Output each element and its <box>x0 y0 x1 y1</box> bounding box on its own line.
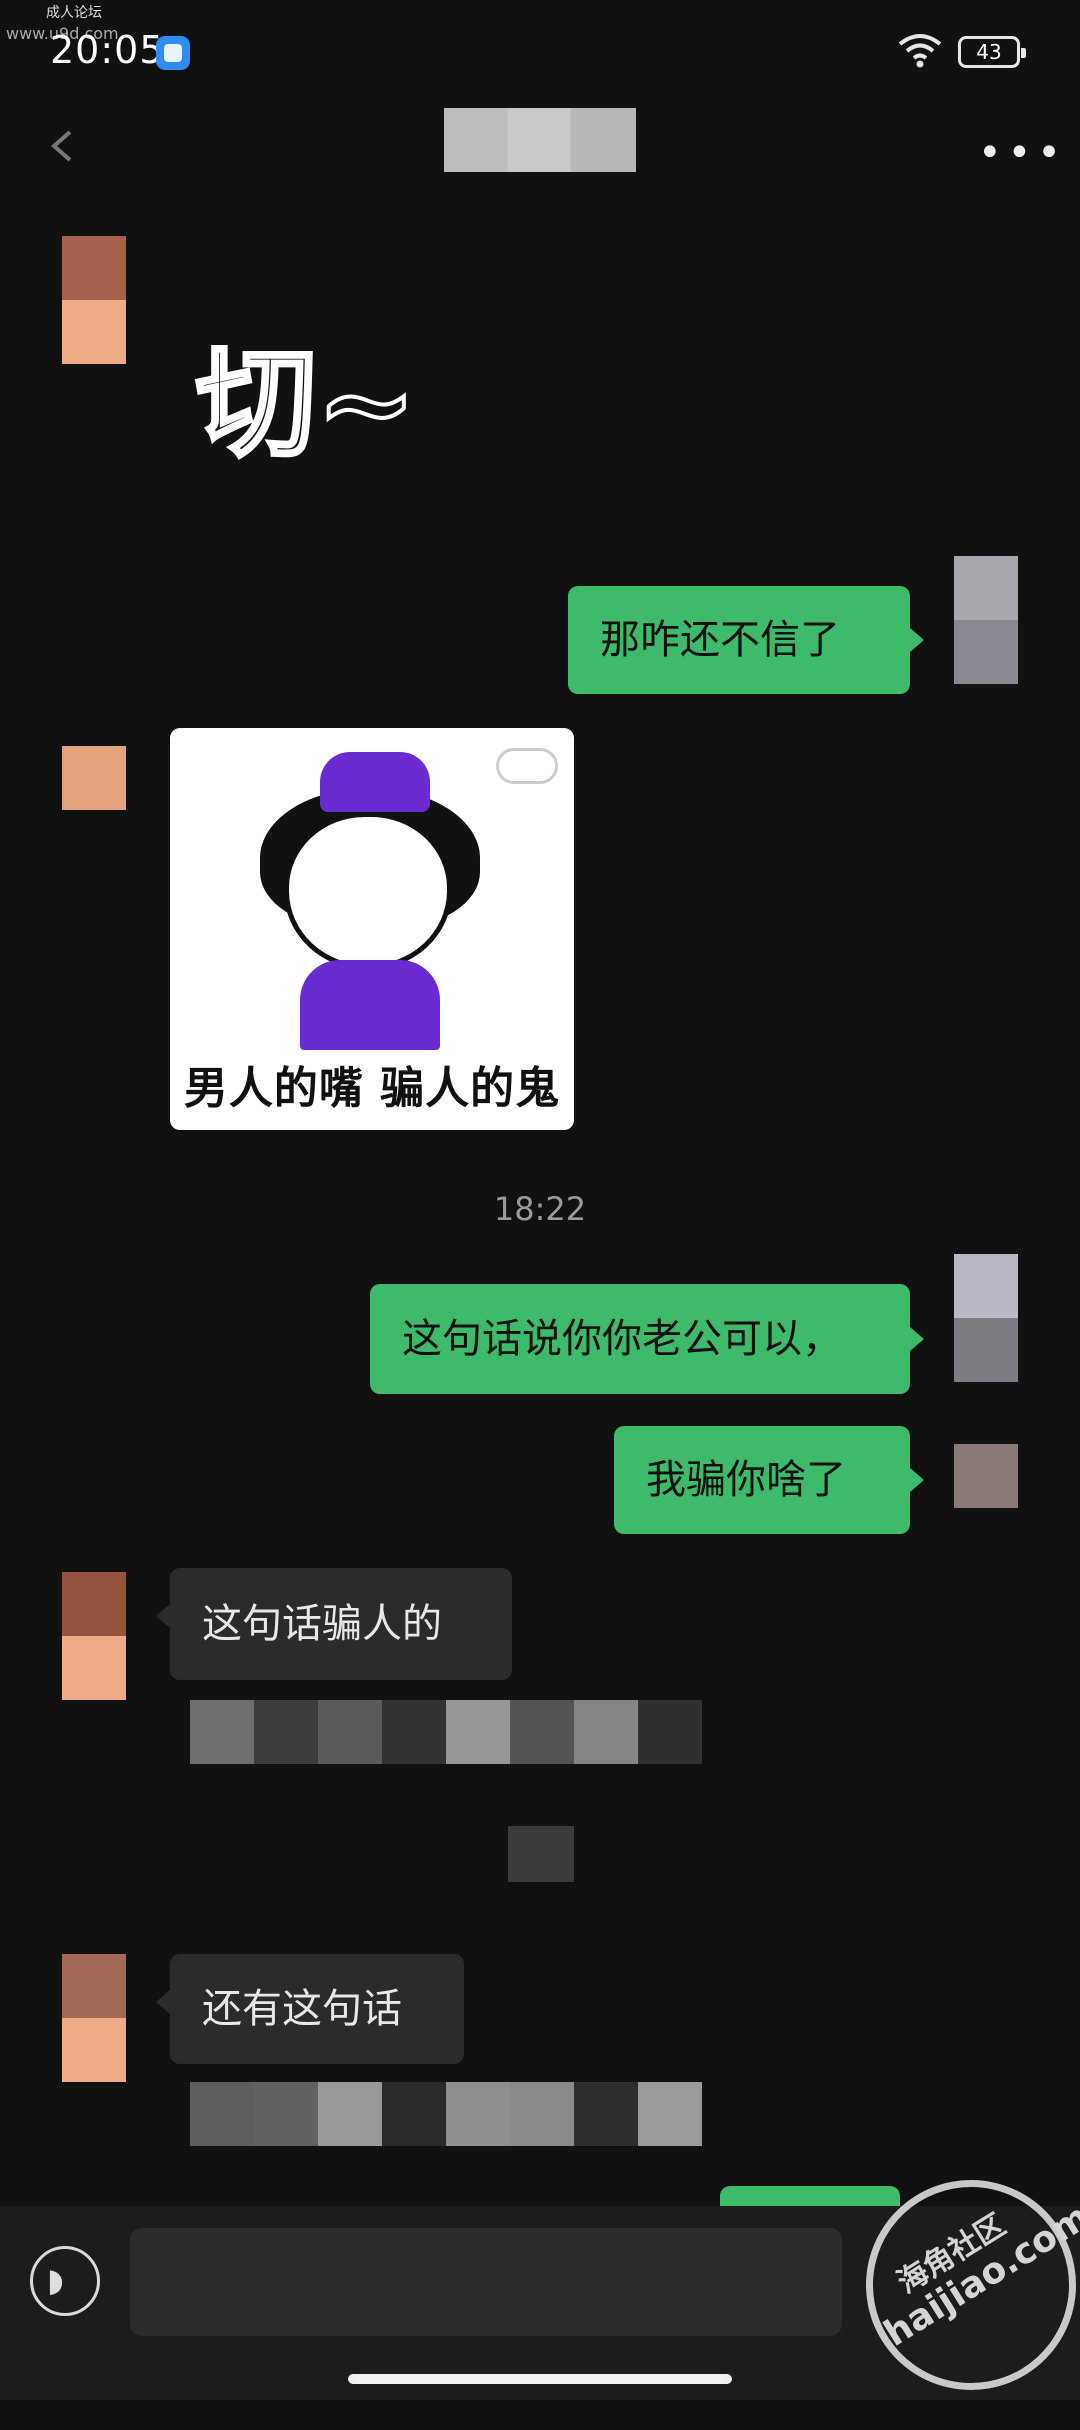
pixelated-quote <box>190 1700 702 1764</box>
sticker-text: 切~ <box>194 331 419 476</box>
message-bubble-sent[interactable]: 这句话说你你老公可以， <box>370 1284 924 1394</box>
cloud-icon <box>496 748 558 784</box>
message-input[interactable] <box>130 2228 842 2336</box>
voice-input-icon[interactable]: ◗ <box>30 2246 100 2316</box>
avatar[interactable] <box>62 236 126 364</box>
message-bubble-received[interactable]: 这句话骗人的 <box>156 1568 512 1680</box>
more-dots-icon[interactable]: ••• <box>978 133 1067 173</box>
avatar[interactable] <box>62 1572 126 1700</box>
message-timestamp: 18:22 <box>493 1190 587 1228</box>
avatar-self[interactable] <box>954 1254 1018 1382</box>
watermark-label: 成人论坛 <box>46 5 102 21</box>
app-notification-icon <box>156 36 190 70</box>
avatar[interactable] <box>62 1954 126 2082</box>
avatar-self[interactable] <box>954 1444 1018 1508</box>
battery-indicator: 43 <box>958 36 1026 68</box>
partial-bubble <box>720 2186 900 2206</box>
message-bubble-sent[interactable]: 我骗你啥了 <box>614 1426 924 1534</box>
meme-bow <box>320 752 430 812</box>
message-bubble-sent[interactable]: 那咋还不信了 <box>568 586 924 694</box>
message-bubble-received[interactable]: 还有这句话 <box>156 1954 464 2064</box>
meme-face <box>284 812 452 970</box>
home-indicator[interactable] <box>348 2374 732 2384</box>
image-caption: 男人的嘴 骗人的鬼 <box>183 1063 561 1114</box>
avatar[interactable] <box>62 746 126 810</box>
sticker-message[interactable]: 切~ <box>194 296 464 476</box>
image-message[interactable]: 男人的嘴 骗人的鬼 <box>170 728 574 1130</box>
back-arrow-icon[interactable] <box>44 128 80 164</box>
chat-title-blurred <box>444 108 636 172</box>
avatar-self[interactable] <box>954 556 1018 684</box>
status-time: 20:05 <box>50 28 165 72</box>
pixelated-quote <box>190 2082 702 2146</box>
pixelated-timestamp <box>508 1826 574 1882</box>
wifi-icon <box>898 34 942 68</box>
meme-dress <box>300 960 440 1050</box>
